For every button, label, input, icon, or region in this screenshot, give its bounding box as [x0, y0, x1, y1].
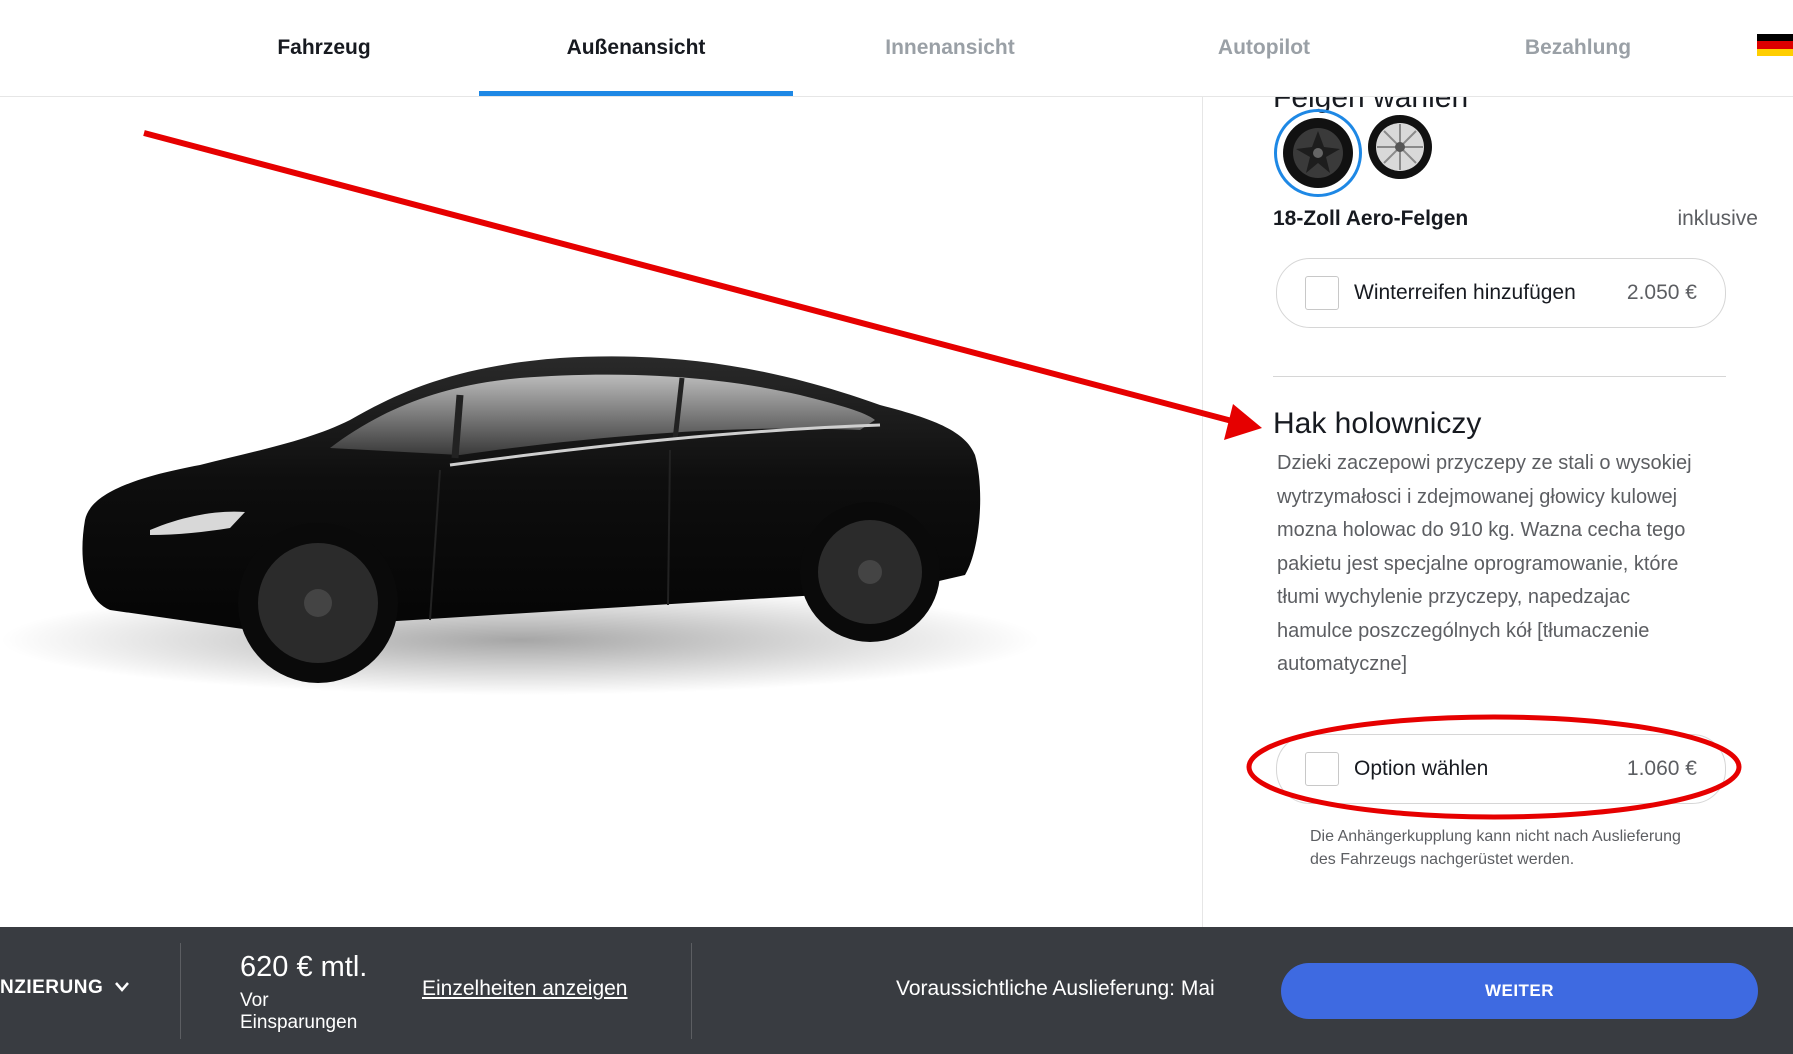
tab-bezahlung[interactable]: Bezahlung [1421, 0, 1735, 96]
config-panel: Felgen wählen 18-Zoll Aero-Felgen inklus… [1203, 97, 1793, 927]
tab-autopilot[interactable]: Autopilot [1107, 0, 1421, 96]
footer-separator [180, 943, 181, 1039]
winter-tires-price: 2.050 € [1626, 281, 1697, 304]
selected-wheel-price: inklusive [1677, 207, 1758, 230]
aero-wheel-option[interactable] [1274, 109, 1362, 197]
details-link[interactable]: Einzelheiten anzeigen [422, 977, 628, 1001]
top-navigation: Fahrzeug Außenansicht Innenansicht Autop… [0, 0, 1793, 97]
continue-button[interactable]: WEITER [1281, 963, 1758, 1019]
tow-hitch-description: Dzieki zaczepowi przyczepy ze stali o wy… [1277, 452, 1692, 675]
winter-tires-label: Winterreifen hinzufügen [1354, 281, 1576, 304]
financing-label: NZIERUNG [0, 977, 104, 998]
tow-hitch-option[interactable]: Option wählen 1.060 € [1276, 734, 1726, 804]
car-image [0, 356, 1040, 695]
financing-dropdown[interactable]: NZIERUNG [0, 977, 130, 999]
chevron-down-icon [115, 979, 130, 997]
winter-tires-checkbox[interactable] [1305, 276, 1339, 310]
germany-flag-icon[interactable] [1757, 34, 1793, 56]
tow-hitch-title: Hak holowniczy [1273, 407, 1482, 440]
winter-tires-option[interactable]: Winterreifen hinzufügen 2.050 € [1276, 258, 1726, 328]
sport-wheel-icon [1368, 115, 1432, 179]
delivery-estimate: Voraussichtliche Auslieferung: Mai [896, 977, 1215, 1000]
car-preview [0, 97, 1202, 927]
savings-label: Vor Einsparungen [240, 990, 358, 1033]
monthly-price: 620 € mtl. [240, 951, 368, 983]
tab-innenansicht[interactable]: Innenansicht [793, 0, 1107, 96]
tow-hitch-option-label: Option wählen [1354, 757, 1489, 780]
footer-separator [691, 943, 692, 1039]
tow-hitch-checkbox[interactable] [1305, 752, 1339, 786]
tow-hitch-note: Die Anhängerkupplung kann nicht nach Aus… [1310, 828, 1681, 868]
tab-fahrzeug[interactable]: Fahrzeug [167, 0, 481, 96]
section-divider [1273, 376, 1726, 377]
active-tab-indicator [479, 91, 793, 96]
tow-hitch-price: 1.060 € [1626, 757, 1697, 780]
sport-wheel-option[interactable] [1367, 114, 1433, 180]
tab-aussenansicht[interactable]: Außenansicht [479, 0, 793, 96]
bottom-bar: NZIERUNG 620 € mtl. Vor Einsparungen Ein… [0, 927, 1793, 1054]
aero-wheel-icon [1283, 118, 1353, 188]
selected-wheel-name: 18-Zoll Aero-Felgen [1273, 207, 1469, 230]
